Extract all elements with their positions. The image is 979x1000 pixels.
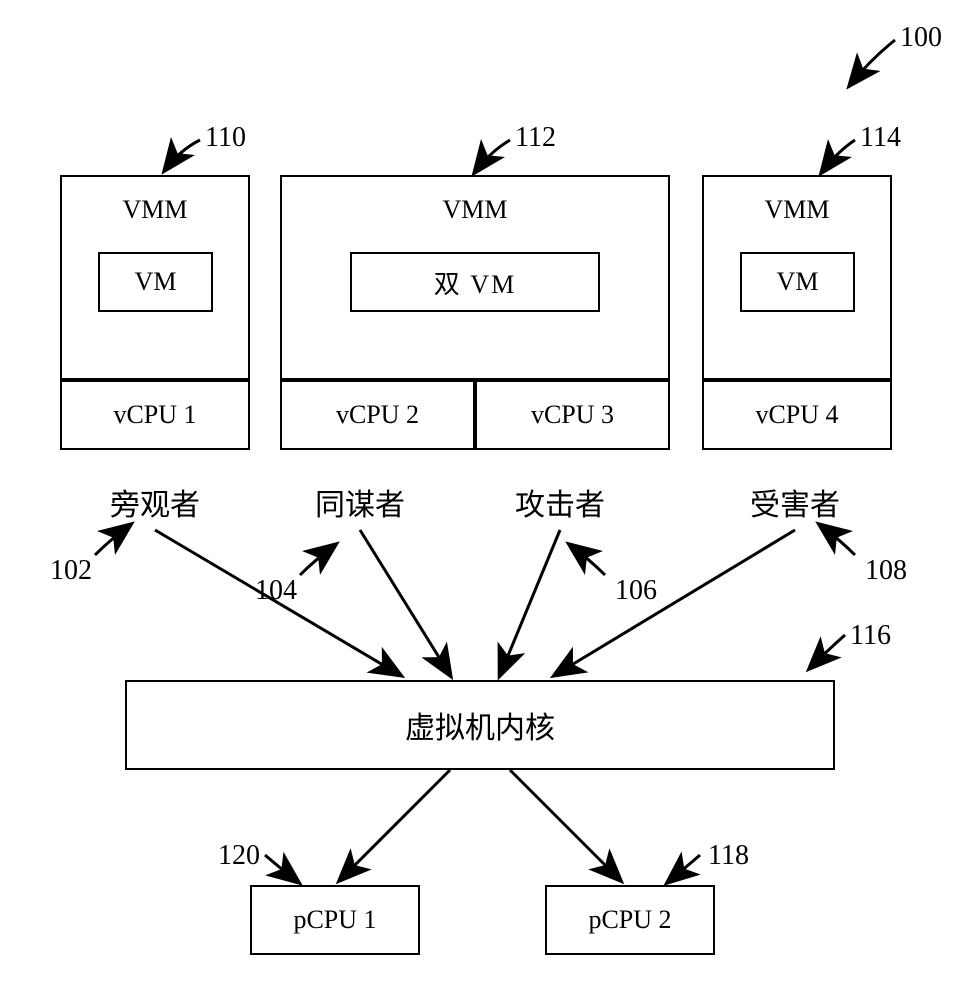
vmm2-inner: 双 VM: [350, 252, 600, 312]
vmm2-title: VMM: [442, 195, 507, 225]
vmm3-inner-label: VM: [777, 267, 819, 297]
role-conspirator: 同谋者: [315, 480, 405, 524]
vmm3-inner: VM: [740, 252, 855, 312]
vcpu2-box: vCPU 2: [280, 380, 475, 450]
vcpu2-label: vCPU 2: [336, 400, 419, 430]
ref-108: 108: [865, 555, 907, 587]
vmm2-inner-label: 双 VM: [434, 264, 516, 301]
kernel-label: 虚拟机内核: [405, 703, 555, 747]
role-attacker: 攻击者: [515, 480, 605, 524]
vcpu1-label: vCPU 1: [113, 400, 196, 430]
ref-110: 110: [205, 122, 246, 154]
ref-114: 114: [860, 122, 901, 154]
ref-120: 120: [218, 840, 260, 872]
ref-118: 118: [708, 840, 749, 872]
role-victim: 受害者: [750, 480, 840, 524]
vcpu4-label: vCPU 4: [755, 400, 838, 430]
vmm1-inner-label: VM: [135, 267, 177, 297]
vcpu3-box: vCPU 3: [475, 380, 670, 450]
pcpu1-label: pCPU 1: [293, 905, 376, 935]
vcpu3-label: vCPU 3: [531, 400, 614, 430]
vmm1-title: VMM: [122, 195, 187, 225]
pcpu1-box: pCPU 1: [250, 885, 420, 955]
ref-112: 112: [515, 122, 556, 154]
vmm1-inner: VM: [98, 252, 213, 312]
role-bystander: 旁观者: [110, 480, 200, 524]
vcpu1-box: vCPU 1: [60, 380, 250, 450]
ref-100: 100: [900, 22, 942, 54]
ref-102: 102: [50, 555, 92, 587]
pcpu2-box: pCPU 2: [545, 885, 715, 955]
ref-106: 106: [615, 575, 657, 607]
vmm3-title: VMM: [764, 195, 829, 225]
pcpu2-label: pCPU 2: [588, 905, 671, 935]
ref-116: 116: [850, 620, 891, 652]
kernel-box: 虚拟机内核: [125, 680, 835, 770]
vcpu4-box: vCPU 4: [702, 380, 892, 450]
ref-104: 104: [255, 575, 297, 607]
